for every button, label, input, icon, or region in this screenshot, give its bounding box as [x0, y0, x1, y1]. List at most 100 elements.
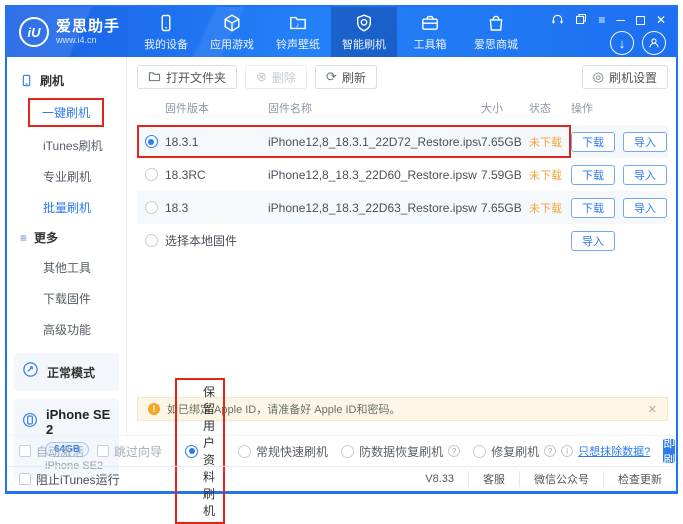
shopping-bag-icon: [486, 13, 506, 33]
firmware-radio[interactable]: [145, 234, 158, 247]
table-row-18-3-1[interactable]: 18.3.1 iPhone12,8_18.3.1_22D72_Restore.i…: [137, 125, 668, 158]
tab-ringtones-wallpapers[interactable]: ♪ 铃声壁纸: [265, 7, 331, 57]
tab-i4-store[interactable]: 爱思商城: [463, 7, 529, 57]
customer-service-link[interactable]: 客服: [468, 471, 519, 487]
button-label: 打开文件夹: [166, 69, 226, 86]
option-label: 修复刷机: [491, 443, 539, 460]
keep-user-data-radio[interactable]: [185, 445, 198, 458]
erase-data-link[interactable]: 只想抹除数据?: [578, 443, 650, 459]
sidebar-item-advanced-features[interactable]: 高级功能: [7, 314, 126, 345]
cell-name: iPhone12,8_18.3_22D60_Restore.ipsw: [268, 168, 481, 182]
sidebar-item-pro-flash[interactable]: 专业刷机: [7, 161, 126, 192]
flash-options-bar: 自动激活 跳过向导 保留用户资料刷机 常规快速刷机 防数据恢复刷机 ? 修复刷机…: [7, 435, 676, 466]
import-button[interactable]: 导入: [623, 132, 667, 152]
skip-setup-checkbox[interactable]: [97, 445, 109, 457]
sidebar-item-label: 一键刷机: [42, 106, 90, 120]
open-folder-button[interactable]: 打开文件夹: [137, 65, 237, 89]
window-controls: ≡ ─ ✕ ↓: [541, 7, 676, 57]
check-update-link[interactable]: 检查更新: [603, 471, 676, 487]
help-icon[interactable]: ?: [544, 445, 556, 457]
anti-recovery-flash-option[interactable]: 防数据恢复刷机 ?: [341, 443, 460, 460]
maximize-icon[interactable]: [636, 16, 645, 25]
app-site-url: www.i4.cn: [56, 35, 120, 45]
delete-icon: ⊗: [256, 71, 267, 83]
close-icon[interactable]: ✕: [656, 13, 666, 27]
theme-skin-icon[interactable]: [575, 13, 587, 28]
refresh-button[interactable]: ⟳ 刷新: [315, 65, 377, 89]
repair-flash-radio[interactable]: [473, 445, 486, 458]
device-icon: [156, 13, 176, 33]
folder-music-icon: ♪: [288, 13, 308, 33]
table-row-local-firmware[interactable]: 选择本地固件 导入: [137, 224, 668, 257]
menu-icon[interactable]: ≡: [598, 13, 605, 27]
annotation-box-keep-data: 保留用户资料刷机: [175, 378, 225, 524]
main-tabs: 我的设备 应用游戏 ♪ 铃声壁纸: [133, 7, 529, 57]
minimize-icon[interactable]: ─: [616, 13, 625, 27]
anti-recovery-radio[interactable]: [341, 445, 354, 458]
sidebar-group-flash[interactable]: 刷机: [7, 66, 126, 95]
firmware-radio[interactable]: [145, 135, 158, 148]
cell-version: 18.3RC: [165, 168, 268, 182]
tab-toolbox[interactable]: 工具箱: [397, 7, 463, 57]
quick-flash-option[interactable]: 常规快速刷机: [238, 443, 328, 460]
button-label: 删除: [272, 69, 296, 86]
sidebar-group-label: 刷机: [40, 72, 64, 89]
connection-mode-icon: [22, 361, 39, 383]
firmware-table-header: 固件版本 固件名称 大小 状态 操作: [137, 89, 668, 125]
gear-icon: ◎: [593, 71, 604, 83]
tab-smart-flash[interactable]: 智能刷机: [331, 7, 397, 57]
download-manager-icon[interactable]: ↓: [610, 31, 634, 55]
folder-icon: [148, 71, 161, 84]
wechat-account-link[interactable]: 微信公众号: [519, 471, 603, 487]
table-row-18-3[interactable]: 18.3 iPhone12,8_18.3_22D63_Restore.ipsw …: [137, 191, 668, 224]
col-header-version: 固件版本: [165, 100, 268, 116]
skip-setup-option[interactable]: 跳过向导: [97, 443, 162, 460]
download-button[interactable]: 下载: [571, 198, 615, 218]
account-icon[interactable]: [642, 31, 666, 55]
delete-button[interactable]: ⊗ 删除: [245, 65, 307, 89]
flash-now-button[interactable]: 立即刷机: [663, 439, 675, 463]
status-badge: 未下载: [529, 167, 571, 183]
status-bar: 阻止iTunes运行 V8.33 客服 微信公众号 检查更新: [7, 466, 676, 491]
cell-version: 18.3: [165, 201, 268, 215]
sidebar-item-other-tools[interactable]: 其他工具: [7, 252, 126, 283]
status-badge: 未下载: [529, 134, 571, 150]
import-button[interactable]: 导入: [623, 198, 667, 218]
option-label: 自动激活: [36, 443, 84, 460]
flash-settings-button[interactable]: ◎ 刷机设置: [582, 65, 668, 89]
sidebar-group-more[interactable]: ≡ 更多: [7, 223, 126, 252]
cell-size: 7.65GB: [481, 201, 529, 215]
download-button[interactable]: 下载: [571, 165, 615, 185]
help-icon[interactable]: ?: [448, 445, 460, 457]
col-header-actions: 操作: [571, 100, 668, 116]
sidebar-item-one-click-flash[interactable]: 一键刷机: [7, 95, 126, 130]
headset-icon[interactable]: [551, 13, 564, 28]
i4-logo-icon: iU: [19, 17, 49, 47]
button-label: 刷新: [342, 69, 366, 86]
repair-flash-option[interactable]: 修复刷机 ? i 只想抹除数据?: [473, 443, 650, 460]
cell-name: iPhone12,8_18.3.1_22D72_Restore.ipsw: [268, 135, 481, 149]
app-title: 爱思助手: [56, 19, 120, 35]
import-button[interactable]: 导入: [623, 165, 667, 185]
block-itunes-option[interactable]: 阻止iTunes运行: [19, 471, 120, 488]
table-row-18-3rc[interactable]: 18.3RC iPhone12,8_18.3_22D60_Restore.ips…: [137, 158, 668, 191]
firmware-radio[interactable]: [145, 168, 158, 181]
device-mode-card: 正常模式: [14, 353, 119, 391]
sidebar-item-download-firmware[interactable]: 下载固件: [7, 283, 126, 314]
auto-activate-option[interactable]: 自动激活: [19, 443, 84, 460]
auto-activate-checkbox[interactable]: [19, 445, 31, 457]
firmware-radio[interactable]: [145, 201, 158, 214]
download-button[interactable]: 下载: [571, 132, 615, 152]
cell-name: iPhone12,8_18.3_22D63_Restore.ipsw: [268, 201, 481, 215]
quick-flash-radio[interactable]: [238, 445, 251, 458]
tab-apps-games[interactable]: 应用游戏: [199, 7, 265, 57]
sidebar-item-itunes-flash[interactable]: iTunes刷机: [7, 130, 126, 161]
notice-close-icon[interactable]: ✕: [648, 403, 657, 416]
sidebar-item-batch-flash[interactable]: 批量刷机: [7, 192, 126, 223]
option-label: 常规快速刷机: [256, 443, 328, 460]
option-label: 跳过向导: [114, 443, 162, 460]
import-button[interactable]: 导入: [571, 231, 615, 251]
block-itunes-checkbox[interactable]: [19, 473, 31, 485]
shield-flash-icon: [354, 13, 374, 33]
tab-my-device[interactable]: 我的设备: [133, 7, 199, 57]
